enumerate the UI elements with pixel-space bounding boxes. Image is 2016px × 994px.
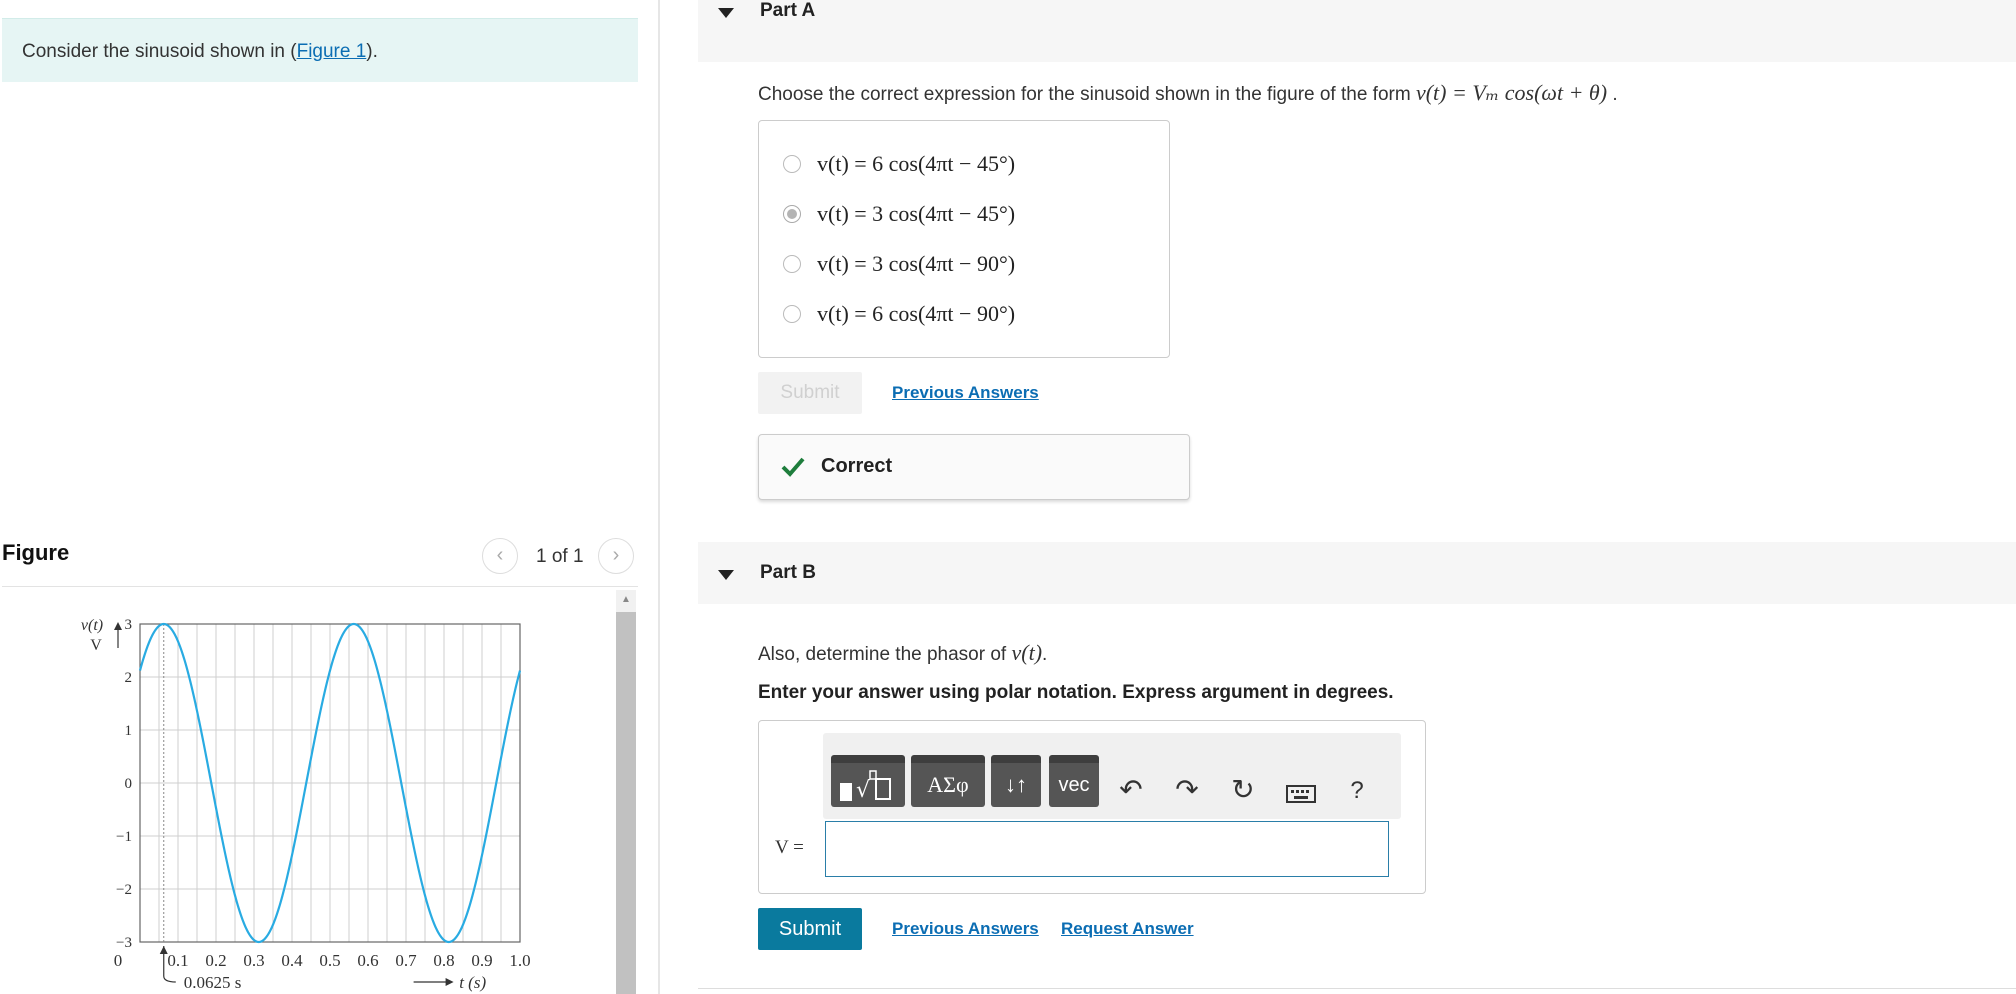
choice-1[interactable]: v(t) = 6 cos(4πt − 45°) <box>783 149 1015 179</box>
y-tick-label: 3 <box>125 617 133 633</box>
part-a-title: Part A <box>760 0 816 21</box>
math-toolbar: √ ΑΣφ ↓↑ vec ↶ ↷ ↻ ? <box>823 733 1401 819</box>
radio-button[interactable] <box>783 255 801 273</box>
figure-next-button[interactable]: › <box>598 538 634 574</box>
x-tick-label: 0.1 <box>167 951 188 970</box>
caret-down-icon <box>718 570 734 580</box>
vec-button[interactable]: vec <box>1049 755 1099 807</box>
bottom-rule <box>698 988 2016 989</box>
part-a-question-end: . <box>1607 84 1618 105</box>
symbols-button[interactable]: ΑΣφ <box>911 755 985 807</box>
part-b-question: Also, determine the phasor of v(t). <box>758 640 1047 666</box>
sinusoid-chart: 3210−1−2−30 0.1 0.2 0.3 0.4 0.5 0.6 0.7 0.8 0.9 1.… <box>81 617 531 992</box>
x-tick-label: 0.6 <box>357 951 378 970</box>
x-axis-label: t (s) <box>459 973 486 992</box>
pane-divider <box>658 0 660 994</box>
part-a-question-formula: v(t) = Vₘ cos(ωt + θ) <box>1415 80 1608 105</box>
left-pane: Consider the sinusoid shown in (Figure 1… <box>0 0 660 994</box>
x-tick-label: 0.2 <box>205 951 226 970</box>
x-tick-label: 0.3 <box>243 951 264 970</box>
part-a-header[interactable]: Part A <box>698 0 2016 62</box>
y-tick-label: 2 <box>125 670 133 686</box>
part-a-previous-answers-link[interactable]: Previous Answers <box>892 383 1039 403</box>
phasor-answer-input[interactable] <box>825 821 1389 877</box>
x-tick-label: 0.5 <box>319 951 340 970</box>
intro-box: Consider the sinusoid shown in (Figure 1… <box>2 18 638 82</box>
figure-title: Figure <box>2 540 70 565</box>
feedback-correct: Correct <box>758 434 1190 500</box>
keyboard-icon[interactable] <box>1283 779 1319 811</box>
redo-icon[interactable]: ↷ <box>1169 773 1205 806</box>
figure-prev-button[interactable]: ‹ <box>482 538 518 574</box>
annotation-label: 0.0625 s <box>184 973 242 992</box>
radio-button[interactable] <box>783 305 801 323</box>
y-axis-label: v(t) <box>81 617 103 634</box>
x-tick-label: 1.0 <box>509 951 530 970</box>
y-axis-unit: V <box>90 637 102 654</box>
feedback-text: Correct <box>821 455 893 477</box>
part-b-question-formula: v(t) <box>1011 640 1043 665</box>
part-b-previous-answers-link[interactable]: Previous Answers <box>892 919 1039 939</box>
reset-icon[interactable]: ↻ <box>1225 773 1261 806</box>
templates-icon: √ <box>840 770 891 803</box>
choice-3[interactable]: v(t) = 3 cos(4πt − 90°) <box>783 249 1015 279</box>
y-axis-arrowhead <box>114 622 122 630</box>
arrows-button[interactable]: ↓↑ <box>991 755 1041 807</box>
x-axis-arrowhead <box>445 978 454 986</box>
scroll-up-arrow-icon[interactable]: ▲ <box>616 592 636 608</box>
part-a-question: Choose the correct expression for the si… <box>758 80 1618 106</box>
choice-label: v(t) = 3 cos(4πt − 90°) <box>817 251 1016 276</box>
y-tick-label: −3 <box>116 935 132 951</box>
svg-text:√: √ <box>856 778 871 803</box>
undo-icon[interactable]: ↶ <box>1113 773 1149 806</box>
part-b-title: Part B <box>760 562 816 583</box>
y-tick-label: −2 <box>116 882 132 898</box>
radio-button-selected[interactable] <box>783 205 801 223</box>
annotation-arrowhead <box>159 946 168 954</box>
part-a-submit-button[interactable]: Submit <box>758 372 862 414</box>
answer-box: √ ΑΣφ ↓↑ vec ↶ ↷ ↻ ? V = <box>758 720 1426 894</box>
part-a-question-text: Choose the correct expression for the si… <box>758 84 1416 105</box>
choice-2[interactable]: v(t) = 3 cos(4πt − 45°) <box>783 199 1015 229</box>
choice-4[interactable]: v(t) = 6 cos(4πt − 90°) <box>783 299 1015 329</box>
chevron-right-icon: › <box>612 544 620 566</box>
choices-box: v(t) = 6 cos(4πt − 45°) v(t) = 3 cos(4πt… <box>758 120 1170 358</box>
intro-text: Consider the sinusoid shown in (Figure 1… <box>22 41 378 63</box>
y-tick-label: −1 <box>116 829 132 845</box>
figure-link[interactable]: Figure 1 <box>297 41 367 62</box>
intro-text-before: Consider the sinusoid shown in ( <box>22 41 297 62</box>
part-b-header[interactable]: Part B <box>698 542 2016 604</box>
y-tick-label: 1 <box>125 723 133 739</box>
part-b-submit-button[interactable]: Submit <box>758 908 862 950</box>
intro-text-after: ). <box>366 41 378 62</box>
choice-label: v(t) = 3 cos(4πt − 45°) <box>817 201 1016 226</box>
radio-button[interactable] <box>783 155 801 173</box>
x-tick-label: 0.4 <box>281 951 303 970</box>
request-answer-link[interactable]: Request Answer <box>1061 919 1194 939</box>
part-b-question-end: . <box>1042 644 1048 665</box>
x-tick-label: 0.8 <box>433 951 454 970</box>
figure-counter: 1 of 1 <box>536 546 584 567</box>
x-tick-label: 0 <box>114 951 123 970</box>
figure-divider <box>2 586 638 587</box>
y-tick-label: 0 <box>125 776 133 792</box>
checkmark-icon <box>781 457 805 477</box>
templates-button[interactable]: √ <box>831 755 905 807</box>
part-b-question-text: Also, determine the phasor of <box>758 644 1012 665</box>
help-button[interactable]: ? <box>1339 777 1375 805</box>
input-label: V = <box>775 837 804 858</box>
x-tick-label: 0.7 <box>395 951 417 970</box>
caret-down-icon <box>718 8 734 18</box>
figure-scrollbar-thumb[interactable] <box>616 612 636 994</box>
choice-label: v(t) = 6 cos(4πt − 90°) <box>817 301 1016 326</box>
choice-label: v(t) = 6 cos(4πt − 45°) <box>817 151 1016 176</box>
part-b-instruction: Enter your answer using polar notation. … <box>758 682 1394 703</box>
x-tick-label: 0.9 <box>471 951 492 970</box>
chevron-left-icon: ‹ <box>496 544 504 566</box>
